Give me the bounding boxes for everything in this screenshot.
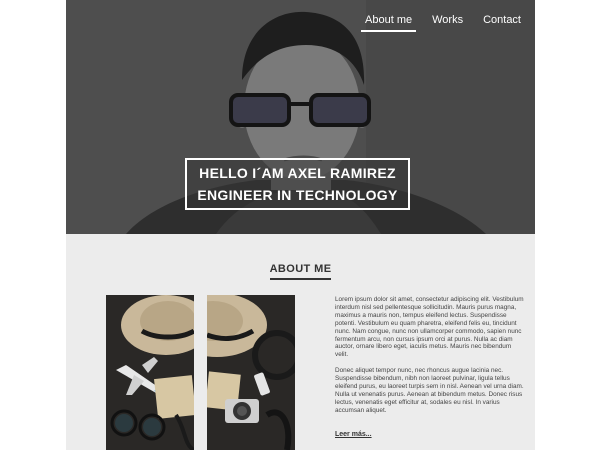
- hero-section: About me Works Contact HELLO I´AM AXEL R…: [66, 0, 535, 234]
- hero-title-box: HELLO I´AM AXEL RAMIREZ ENGINEER IN TECH…: [185, 158, 410, 210]
- hero-title-line-1: HELLO I´AM AXEL RAMIREZ: [199, 165, 396, 181]
- main-nav: About me Works Contact: [361, 14, 521, 32]
- hero-title-line-2: ENGINEER IN TECHNOLOGY: [197, 187, 398, 203]
- travel-photo-left: [106, 295, 194, 450]
- about-heading-text: ABOUT ME: [269, 263, 332, 280]
- about-paragraph-1: Lorem ipsum dolor sit amet, consectetur …: [335, 296, 524, 359]
- travel-photo-right: [207, 295, 295, 450]
- about-paragraph-2: Donec aliquet tempor nunc, nec rhoncus a…: [335, 367, 524, 414]
- about-description: Lorem ipsum dolor sit amet, consectetur …: [335, 296, 525, 423]
- about-heading: ABOUT ME: [66, 259, 535, 280]
- nav-about-me-link[interactable]: About me: [361, 14, 417, 32]
- nav-contact-link[interactable]: Contact: [483, 14, 521, 32]
- nav-works-link[interactable]: Works: [432, 14, 463, 32]
- read-more-link[interactable]: Leer más...: [335, 431, 372, 438]
- portfolio-page: About me Works Contact HELLO I´AM AXEL R…: [66, 0, 535, 450]
